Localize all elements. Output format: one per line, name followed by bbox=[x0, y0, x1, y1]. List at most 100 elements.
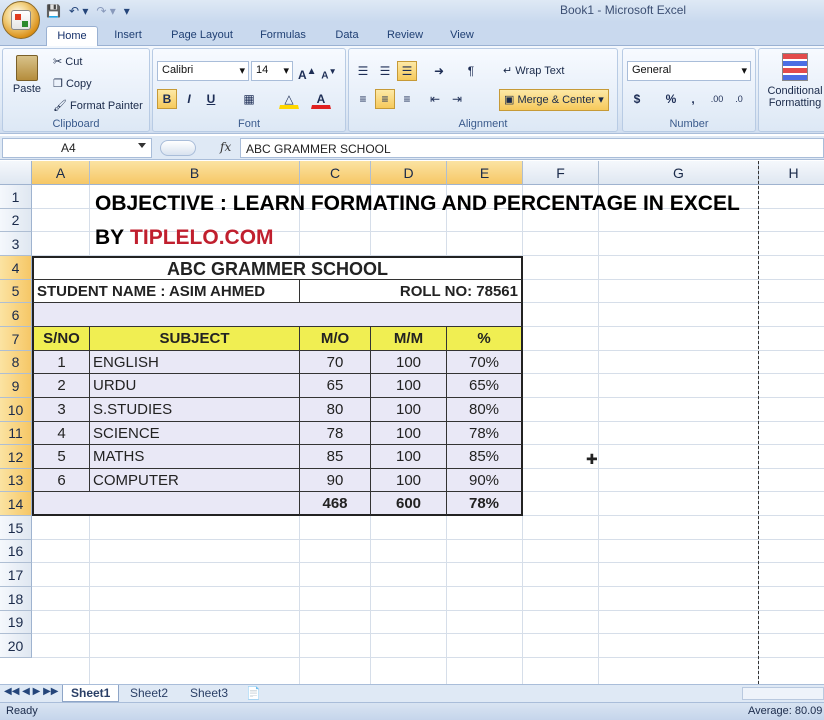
column-header-f[interactable]: F bbox=[523, 161, 599, 185]
conditional-formatting-button[interactable]: Conditional Formatting bbox=[763, 53, 824, 109]
align-bottom-icon[interactable]: ☰ bbox=[397, 61, 417, 81]
tab-formulas[interactable]: Formulas bbox=[254, 26, 312, 46]
column-header-b[interactable]: B bbox=[90, 161, 300, 185]
column-header-h[interactable]: H bbox=[759, 161, 824, 185]
header-mm: M/M bbox=[371, 327, 447, 351]
comma-button[interactable]: , bbox=[683, 89, 703, 109]
row-header-7[interactable]: 7 bbox=[0, 327, 32, 351]
sno-cell: 4 bbox=[32, 422, 90, 445]
row-header-20[interactable]: 20 bbox=[0, 634, 32, 658]
percent-button[interactable]: % bbox=[661, 89, 681, 109]
text-direction-icon[interactable]: ¶ bbox=[461, 61, 481, 81]
title-bar: 💾 ↶ ▾ ↷ ▾ ▾ Book1 - Microsoft Excel bbox=[0, 0, 824, 39]
grow-font-icon[interactable]: A▲ bbox=[297, 61, 317, 82]
tab-view[interactable]: View bbox=[442, 26, 482, 46]
align-center-icon[interactable]: ≡ bbox=[375, 89, 395, 109]
subject-cell: URDU bbox=[90, 374, 300, 398]
row-header-14[interactable]: 14 bbox=[0, 492, 32, 516]
row-header-6[interactable]: 6 bbox=[0, 303, 32, 327]
marks-obtained-cell: 78 bbox=[300, 422, 371, 445]
worksheet-grid[interactable]: A B C D E F G H 1 2 3 4 5 6 7 8 9 10 11 12 13 14 15 16 1… bbox=[0, 161, 824, 684]
row-header-15[interactable]: 15 bbox=[0, 516, 32, 540]
formula-input[interactable]: ABC GRAMMER SCHOOL bbox=[240, 138, 824, 158]
underline-button[interactable]: U bbox=[201, 89, 221, 109]
sheet-tab-sheet2[interactable]: Sheet2 bbox=[122, 685, 176, 702]
sheet-nav-first-icon[interactable]: ◀◀ ◀ ▶ ▶▶ bbox=[4, 686, 58, 697]
insert-function-icon[interactable]: fx bbox=[220, 140, 231, 154]
chevron-down-icon[interactable] bbox=[138, 143, 146, 148]
align-right-icon[interactable]: ≡ bbox=[397, 89, 417, 109]
row-header-17[interactable]: 17 bbox=[0, 563, 32, 587]
wrap-text-button[interactable]: ↵ Wrap Text bbox=[503, 64, 564, 77]
copy-button[interactable]: ❐ Copy bbox=[53, 77, 92, 90]
tab-review[interactable]: Review bbox=[380, 26, 430, 46]
paste-button[interactable]: Paste bbox=[9, 53, 45, 109]
tab-data[interactable]: Data bbox=[326, 26, 368, 46]
wrap-text-icon: ↵ bbox=[503, 65, 513, 77]
column-header-d[interactable]: D bbox=[371, 161, 447, 185]
subject-cell: SCIENCE bbox=[90, 422, 300, 445]
fill-color-icon[interactable]: △ bbox=[279, 89, 299, 109]
row-header-13[interactable]: 13 bbox=[0, 469, 32, 492]
column-header-a[interactable]: A bbox=[32, 161, 90, 185]
row-header-3[interactable]: 3 bbox=[0, 232, 32, 256]
decrease-indent-icon[interactable]: ⇤ bbox=[425, 89, 445, 109]
horizontal-scrollbar[interactable] bbox=[742, 687, 824, 700]
row-header-12[interactable]: 12 bbox=[0, 445, 32, 469]
row-header-16[interactable]: 16 bbox=[0, 540, 32, 563]
decrease-decimal-icon[interactable]: .0 bbox=[729, 89, 749, 109]
undo-icon[interactable]: ↶ ▾ bbox=[69, 4, 88, 18]
merge-center-button[interactable]: ▣ Merge & Center ▾ bbox=[499, 89, 609, 111]
row-header-4[interactable]: 4 bbox=[0, 256, 32, 280]
insert-sheet-icon[interactable]: 📄 bbox=[246, 686, 261, 700]
number-format-select[interactable]: General ▾ bbox=[627, 61, 751, 81]
subject-cell: ENGLISH bbox=[90, 351, 300, 374]
ribbon-tabs: Home Insert Page Layout Formulas Data Re… bbox=[0, 22, 824, 46]
row-header-18[interactable]: 18 bbox=[0, 587, 32, 611]
format-painter-button[interactable]: 🖌 Format Painter bbox=[53, 99, 143, 112]
tab-insert[interactable]: Insert bbox=[104, 26, 152, 46]
italic-button[interactable]: I bbox=[179, 89, 199, 109]
column-header-e[interactable]: E bbox=[447, 161, 523, 185]
column-header-c[interactable]: C bbox=[300, 161, 371, 185]
percent-cell: 65% bbox=[447, 374, 523, 398]
bold-button[interactable]: B bbox=[157, 89, 177, 109]
sno-cell: 6 bbox=[32, 469, 90, 492]
sheet-tab-sheet3[interactable]: Sheet3 bbox=[182, 685, 236, 702]
align-left-icon[interactable]: ≡ bbox=[353, 89, 373, 109]
cut-button[interactable]: ✂ Cut bbox=[53, 55, 82, 68]
tab-page-layout[interactable]: Page Layout bbox=[164, 26, 240, 46]
row-header-8[interactable]: 8 bbox=[0, 351, 32, 374]
row-header-19[interactable]: 19 bbox=[0, 611, 32, 634]
select-all-corner[interactable] bbox=[0, 161, 32, 185]
row-header-9[interactable]: 9 bbox=[0, 374, 32, 398]
column-header-g[interactable]: G bbox=[599, 161, 759, 185]
gridline-row bbox=[32, 657, 824, 658]
font-color-icon[interactable]: A bbox=[311, 89, 331, 109]
align-middle-icon[interactable]: ☰ bbox=[375, 61, 395, 81]
borders-icon[interactable]: ▦ bbox=[239, 89, 259, 109]
tab-home[interactable]: Home bbox=[46, 26, 98, 46]
formula-bar-handle[interactable] bbox=[160, 140, 196, 156]
customize-qat-icon[interactable]: ▾ bbox=[124, 4, 130, 18]
gridline-row bbox=[32, 562, 824, 563]
row-header-1[interactable]: 1 bbox=[0, 185, 32, 209]
align-top-icon[interactable]: ☰ bbox=[353, 61, 373, 81]
font-name-select[interactable]: Calibri ▾ bbox=[157, 61, 249, 81]
row-header-11[interactable]: 11 bbox=[0, 422, 32, 445]
office-button[interactable] bbox=[2, 1, 40, 39]
shrink-font-icon[interactable]: A▼ bbox=[319, 61, 339, 81]
orientation-icon[interactable]: ➜ bbox=[429, 61, 449, 81]
redo-icon[interactable]: ↷ ▾ bbox=[96, 4, 115, 18]
row-header-5[interactable]: 5 bbox=[0, 280, 32, 303]
name-box[interactable]: A4 bbox=[2, 138, 152, 158]
row-header-2[interactable]: 2 bbox=[0, 209, 32, 232]
sheet-tab-sheet1[interactable]: Sheet1 bbox=[62, 685, 120, 702]
number-group-label: Number bbox=[669, 118, 709, 130]
font-size-select[interactable]: 14 ▾ bbox=[251, 61, 293, 81]
increase-indent-icon[interactable]: ⇥ bbox=[447, 89, 467, 109]
currency-button[interactable]: $ bbox=[627, 89, 647, 109]
save-icon[interactable]: 💾 bbox=[46, 4, 61, 18]
increase-decimal-icon[interactable]: .00 bbox=[707, 89, 727, 109]
row-header-10[interactable]: 10 bbox=[0, 398, 32, 422]
